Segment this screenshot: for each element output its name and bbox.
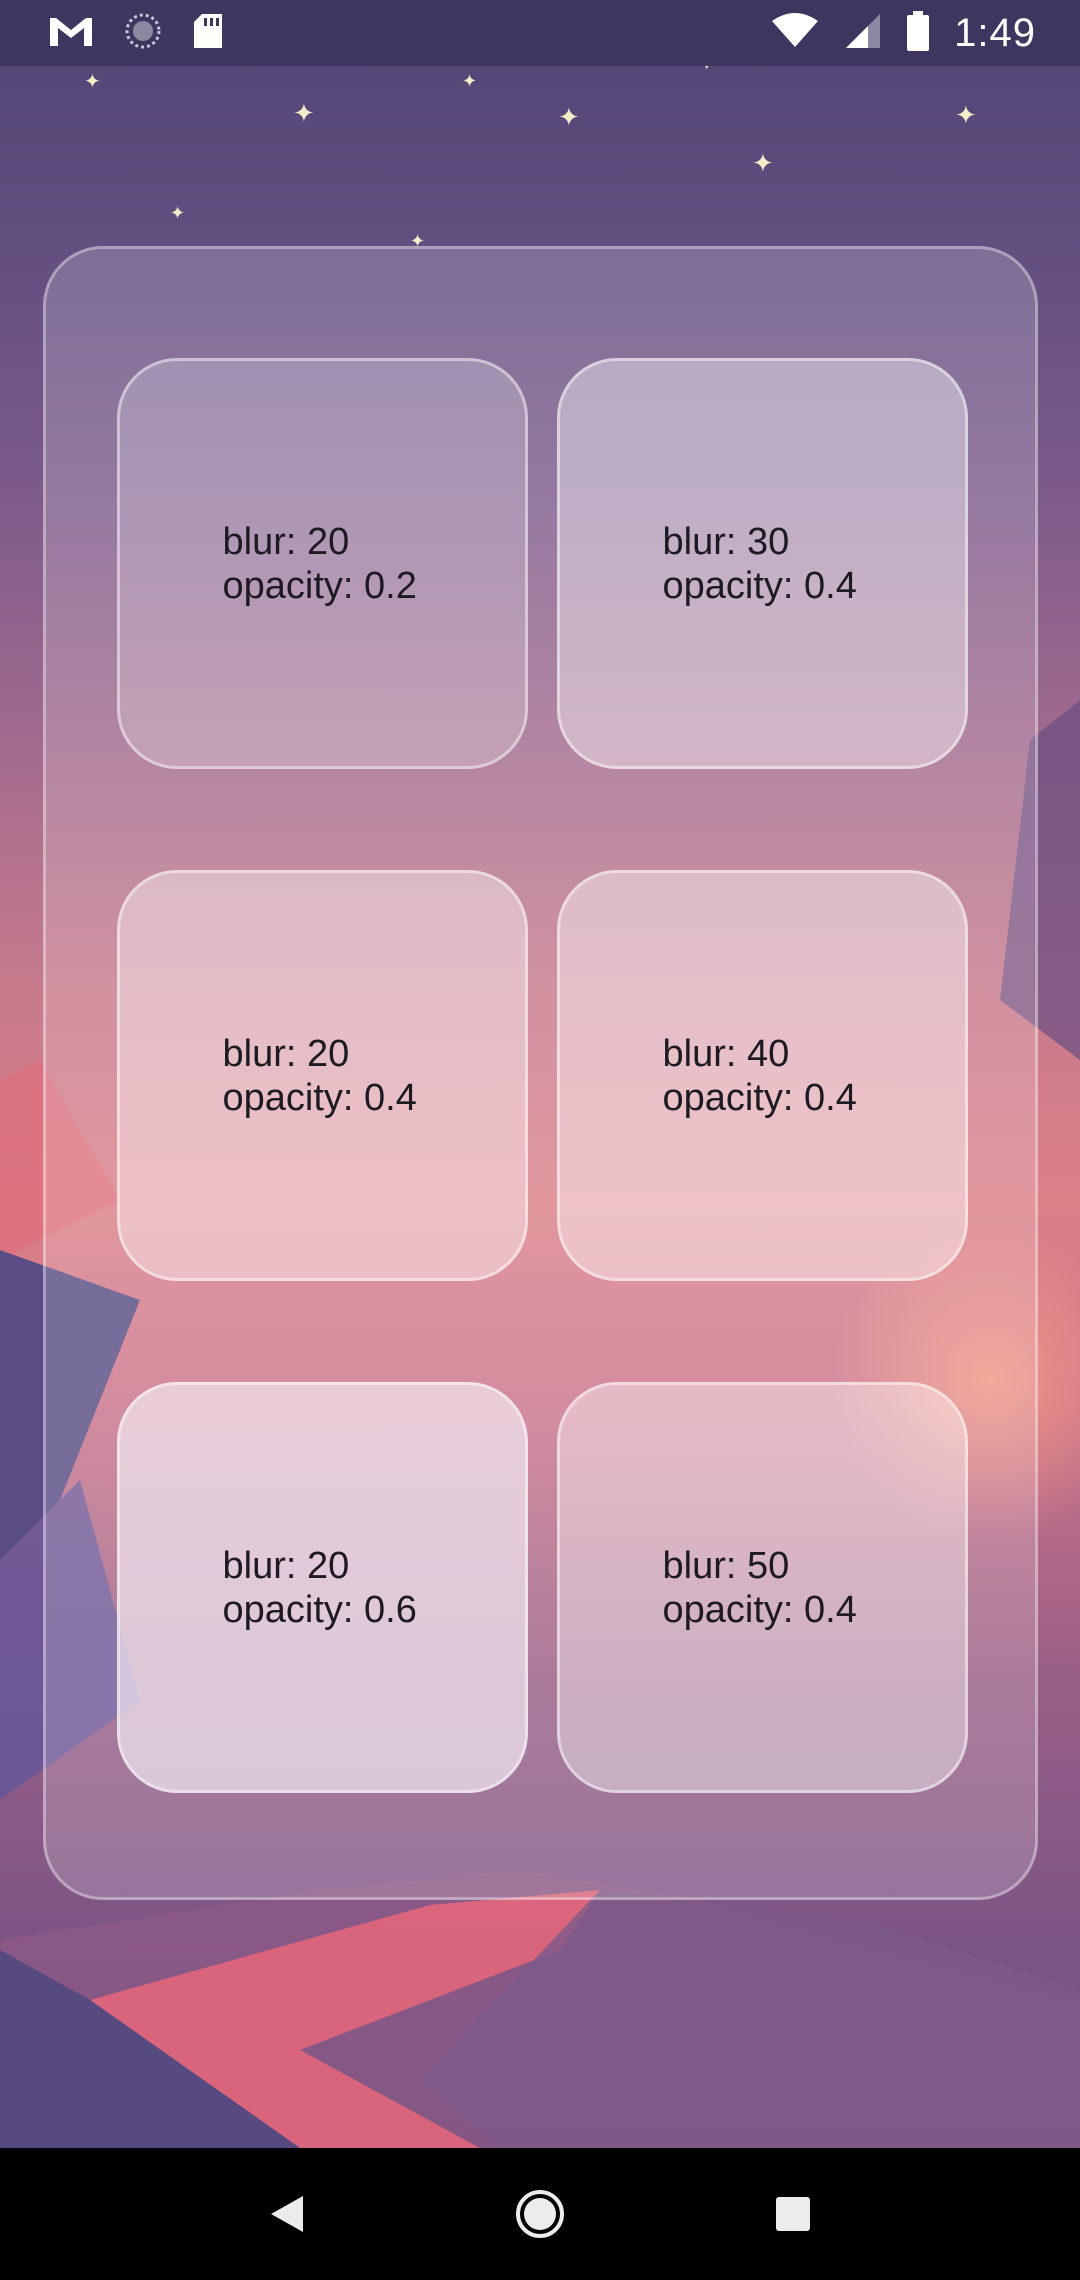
tile-blur-text: blur: 30 — [662, 520, 790, 563]
gmail-icon — [48, 14, 94, 53]
tile-blur-text: blur: 20 — [222, 1032, 350, 1075]
tile-opacity-text: opacity: 0.4 — [662, 1588, 857, 1631]
glass-tile: blur: 20 opacity: 0.4 — [117, 870, 528, 1281]
glass-tile: blur: 20 opacity: 0.2 — [117, 358, 528, 769]
tile-blur-text: blur: 20 — [222, 520, 350, 563]
screen: ✦ ✦ ✦ ✦ ✦ ✦ ✦ ✦ ✦ — [0, 0, 1080, 2280]
wifi-icon — [770, 12, 820, 54]
star: ✦ — [462, 71, 478, 91]
glass-tile: blur: 50 opacity: 0.4 — [557, 1382, 968, 1793]
status-time: 1:49 — [954, 10, 1036, 55]
tile-blur-text: blur: 50 — [662, 1544, 790, 1587]
tile-opacity-text: opacity: 0.4 — [222, 1076, 417, 1119]
back-icon — [270, 2196, 303, 2232]
tile-opacity-text: opacity: 0.4 — [662, 564, 857, 607]
tile-blur-text: blur: 40 — [662, 1032, 790, 1075]
tile-label: blur: 20 opacity: 0.4 — [223, 1032, 423, 1120]
star: ✦ — [752, 148, 774, 178]
tile-opacity-text: opacity: 0.2 — [222, 564, 417, 607]
sync-icon — [124, 12, 162, 55]
tile-opacity-text: opacity: 0.6 — [222, 1588, 417, 1631]
navigation-bar — [0, 2148, 1080, 2280]
glass-tile: blur: 20 opacity: 0.6 — [117, 1382, 528, 1793]
tile-opacity-text: opacity: 0.4 — [662, 1076, 857, 1119]
tile-blur-text: blur: 20 — [222, 1544, 350, 1587]
star: ✦ — [955, 100, 977, 130]
star: ✦ — [293, 98, 315, 128]
status-bar-right: 1:49 — [770, 10, 1036, 56]
back-button[interactable] — [237, 2164, 337, 2264]
glass-container: blur: 20 opacity: 0.2 blur: 30 opacity: … — [43, 246, 1038, 1900]
glass-tile: blur: 40 opacity: 0.4 — [557, 870, 968, 1281]
battery-icon — [906, 10, 930, 56]
recents-button[interactable] — [743, 2164, 843, 2264]
glass-tile: blur: 30 opacity: 0.4 — [557, 358, 968, 769]
tile-label: blur: 20 opacity: 0.6 — [223, 1544, 423, 1632]
star: ✦ — [170, 203, 186, 223]
home-button[interactable] — [490, 2164, 590, 2264]
home-icon — [515, 2190, 564, 2238]
tile-label: blur: 30 opacity: 0.4 — [663, 520, 863, 608]
recents-icon — [776, 2197, 811, 2231]
tile-label: blur: 50 opacity: 0.4 — [663, 1544, 863, 1632]
tile-label: blur: 40 opacity: 0.4 — [663, 1032, 863, 1120]
status-bar-left — [48, 12, 224, 55]
tile-label: blur: 20 opacity: 0.2 — [223, 520, 423, 608]
star: ✦ — [558, 102, 580, 132]
status-bar: 1:49 — [0, 0, 1080, 66]
star: ✦ — [84, 71, 101, 93]
sd-card-icon — [192, 12, 224, 55]
cell-signal-icon — [844, 12, 882, 55]
